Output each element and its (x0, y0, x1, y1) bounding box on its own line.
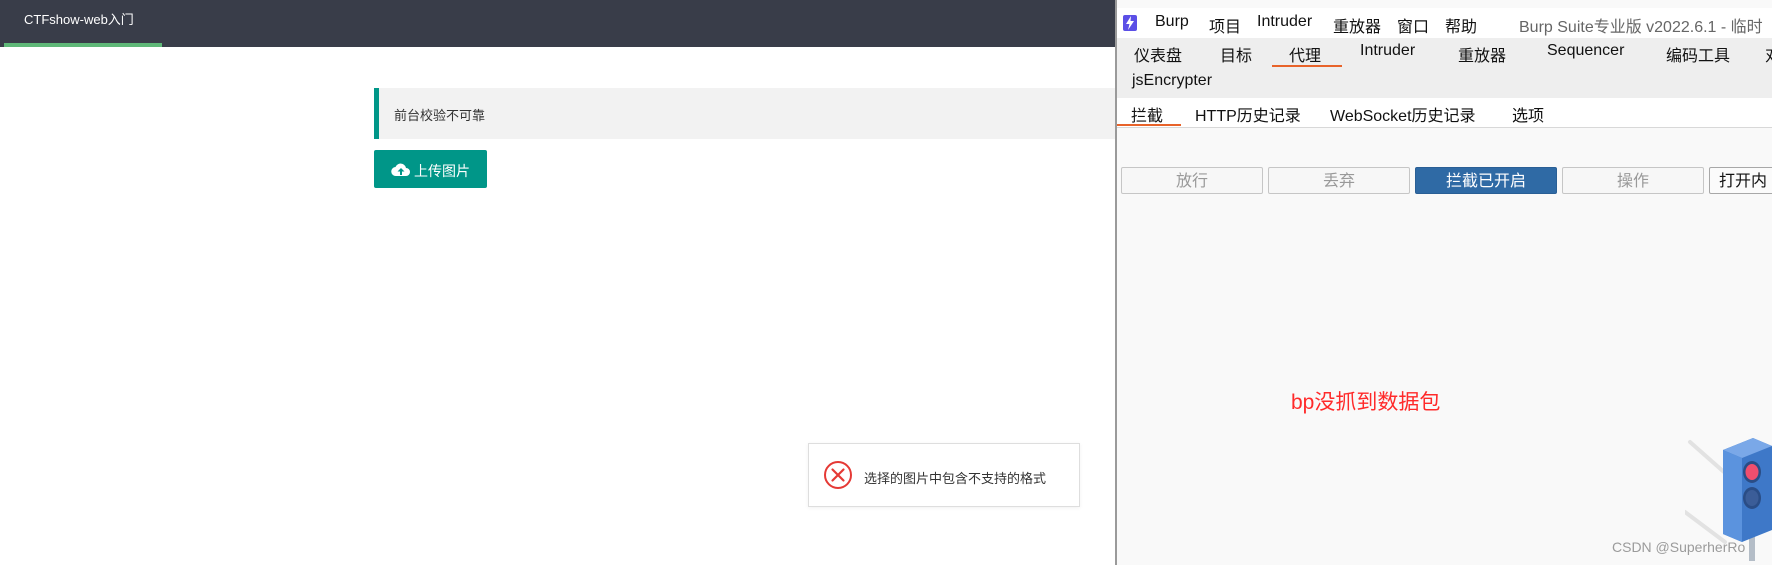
annotation-text: bp没抓到数据包 (1291, 391, 1441, 414)
nav-tab-active-indicator (4, 43, 162, 47)
window-title: Burp Suite专业版 v2022.6.1 - 临时 (1519, 19, 1763, 36)
tab-repeater[interactable]: 重放器 (1458, 42, 1506, 66)
menu-burp[interactable]: Burp (1155, 13, 1189, 31)
tab-intruder[interactable]: Intruder (1360, 42, 1415, 60)
toast-message: 选择的图片中包含不支持的格式 (864, 471, 1047, 486)
main-tab-active-indicator (1272, 65, 1342, 67)
error-x-icon (824, 461, 852, 489)
subtab-http-history[interactable]: HTTP历史记录 (1195, 102, 1301, 126)
menu-intruder[interactable]: Intruder (1257, 13, 1312, 31)
burp-main-tabs: 仪表盘 目标 代理 Intruder 重放器 Sequencer 编码工具 对 (1117, 38, 1772, 68)
menu-project[interactable]: 项目 (1209, 13, 1241, 37)
tab-sequencer[interactable]: Sequencer (1547, 42, 1624, 60)
error-toast: 选择的图片中包含不支持的格式 (808, 443, 1080, 507)
intercept-toggle-button[interactable]: 拦截已开启 (1415, 167, 1557, 194)
csdn-watermark: CSDN @SuperherRo (1612, 539, 1746, 555)
burp-extension-tabs: jsEncrypter (1117, 68, 1772, 98)
menu-repeater[interactable]: 重放器 (1333, 13, 1381, 37)
tab-proxy[interactable]: 代理 (1289, 42, 1321, 66)
nav-tab-ctfshow[interactable]: CTFshow-web入门 (4, 0, 162, 47)
notice-box: 前台校验不可靠 (374, 88, 1124, 139)
nav-tab-label: CTFshow-web入门 (24, 12, 134, 27)
burp-window: Burp 项目 Intruder 重放器 窗口 帮助 Burp Suite专业版… (1115, 0, 1772, 565)
notice-text: 前台校验不可靠 (394, 108, 486, 123)
tab-target[interactable]: 目标 (1220, 42, 1252, 66)
burp-menubar: Burp 项目 Intruder 重放器 窗口 帮助 Burp Suite专业版… (1117, 8, 1772, 38)
upload-image-button[interactable]: 上传图片 (374, 150, 487, 188)
tab-jsencrypter[interactable]: jsEncrypter (1132, 72, 1212, 90)
action-button[interactable]: 操作 (1562, 167, 1704, 194)
sub-tab-active-indicator (1117, 124, 1181, 126)
proxy-sub-tabs: 拦截 HTTP历史记录 WebSocket历史记录 选项 (1117, 98, 1772, 128)
menu-window[interactable]: 窗口 (1397, 13, 1429, 37)
upload-button-label: 上传图片 (414, 163, 470, 179)
open-browser-button[interactable]: 打开内 (1709, 167, 1772, 194)
tab-comparer-partial[interactable]: 对 (1765, 42, 1772, 66)
burp-logo-icon (1123, 15, 1137, 31)
menu-help[interactable]: 帮助 (1445, 13, 1477, 37)
web-top-nav: CTFshow-web入门 (0, 0, 1120, 47)
subtab-websocket-history[interactable]: WebSocket历史记录 (1330, 102, 1476, 126)
tab-dashboard[interactable]: 仪表盘 (1134, 42, 1182, 66)
forward-button[interactable]: 放行 (1121, 167, 1263, 194)
tab-decoder[interactable]: 编码工具 (1666, 42, 1730, 66)
subtab-intercept[interactable]: 拦截 (1131, 102, 1163, 126)
drop-button[interactable]: 丢弃 (1268, 167, 1410, 194)
cloud-upload-icon (391, 163, 410, 177)
subtab-options[interactable]: 选项 (1512, 102, 1544, 126)
